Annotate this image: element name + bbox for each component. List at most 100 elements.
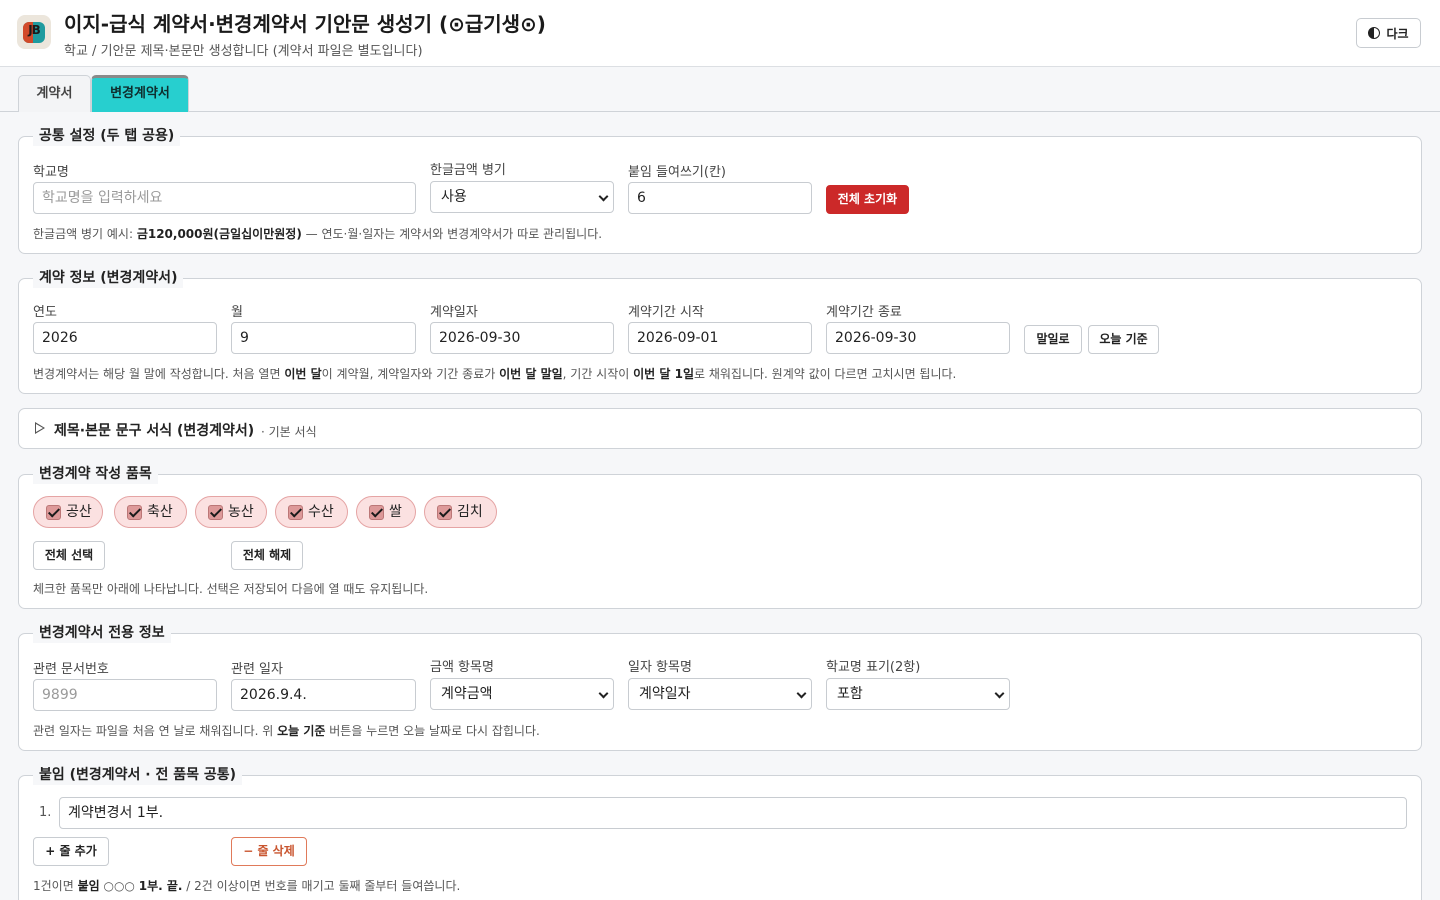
item-chip-susan[interactable]: 수산 bbox=[275, 496, 348, 528]
common-help-example: 금120,000원(금일십이만원정) bbox=[136, 227, 302, 241]
period-end-input[interactable]: 2026-09-30 bbox=[826, 322, 1010, 354]
chevron-down-icon bbox=[598, 191, 609, 202]
school-display-value: 포함 bbox=[837, 686, 863, 702]
attach-legend: 붙임 (변경계약서 · 전 품목 공통) bbox=[33, 765, 243, 785]
chevron-down-icon bbox=[994, 688, 1005, 699]
item-chip-gongsan[interactable]: 공산 bbox=[33, 496, 103, 528]
attach-help-part: ○○○ bbox=[99, 879, 139, 893]
attach-help-part: / 2건 이상이면 번호를 매기고 둘째 줄부터 들여씁니다. bbox=[182, 879, 461, 893]
page-title: 이지-급식 계약서·변경계약서 기안문 생성기 (⊙급기생⊙) bbox=[64, 12, 546, 36]
school-name-input[interactable] bbox=[33, 182, 416, 214]
month-input[interactable]: 9 bbox=[231, 322, 416, 354]
change-info-legend: 변경계약서 전용 정보 bbox=[33, 623, 171, 643]
indent-label: 붙임 들여쓰기(칸) bbox=[628, 165, 726, 180]
doc-number-input[interactable] bbox=[33, 679, 217, 711]
tab-change-contract[interactable]: 변경계약서 bbox=[91, 75, 189, 112]
period-start-input[interactable]: 2026-09-01 bbox=[628, 322, 812, 354]
indent-input[interactable]: 6 bbox=[628, 182, 812, 214]
school-name-label: 학교명 bbox=[33, 165, 69, 180]
related-date-label: 관련 일자 bbox=[231, 662, 283, 677]
item-chip-label: 수산 bbox=[308, 504, 334, 520]
common-settings-legend: 공통 설정 (두 탭 공용) bbox=[33, 126, 181, 146]
checkbox-checked-icon bbox=[288, 505, 303, 520]
tab-bar: 계약서 변경계약서 bbox=[0, 67, 1440, 112]
triangle-right-icon bbox=[35, 422, 45, 434]
related-date-input[interactable]: 2026.9.4. bbox=[231, 679, 416, 711]
common-help-prefix: 한글금액 병기 예시: bbox=[33, 227, 137, 241]
contrast-icon bbox=[1368, 26, 1381, 39]
template-format-sub: · 기본 서식 bbox=[261, 425, 317, 439]
period-end-label: 계약기간 종료 bbox=[826, 305, 902, 320]
logo-mark: JB bbox=[23, 22, 45, 43]
item-chip-label: 김치 bbox=[457, 504, 483, 520]
attach-help-part: 1건이면 bbox=[33, 879, 78, 893]
add-row-button[interactable]: + 줄 추가 bbox=[33, 837, 109, 866]
today-basis-button[interactable]: 오늘 기준 bbox=[1088, 325, 1159, 354]
doc-number-label: 관련 문서번호 bbox=[33, 662, 109, 677]
date-item-value: 계약일자 bbox=[639, 686, 691, 702]
item-chip-kimchi[interactable]: 김치 bbox=[424, 496, 497, 528]
date-item-select[interactable]: 계약일자 bbox=[628, 678, 812, 710]
item-chip-chuksan[interactable]: 축산 bbox=[114, 496, 187, 528]
contract-help-part: , 기간 시작이 bbox=[562, 367, 634, 381]
checkbox-checked-icon bbox=[208, 505, 223, 520]
contract-help-text: 변경계약서는 해당 월 말에 작성합니다. 처음 열면 이번 달이 계약월, 계… bbox=[33, 365, 956, 382]
common-help-text: 한글금액 병기 예시: 금120,000원(금일십이만원정) — 연도·월·일자… bbox=[33, 225, 602, 242]
amount-item-value: 계약금액 bbox=[441, 686, 493, 702]
items-legend: 변경계약 작성 품목 bbox=[33, 464, 158, 484]
month-end-button[interactable]: 말일로 bbox=[1024, 325, 1082, 354]
select-all-button[interactable]: 전체 선택 bbox=[33, 541, 105, 570]
change-info-help-bold: 오늘 기준 bbox=[277, 724, 326, 738]
korean-amount-select[interactable]: 사용 bbox=[430, 181, 614, 213]
school-display-select[interactable]: 포함 bbox=[826, 678, 1010, 710]
remove-row-button[interactable]: − 줄 삭제 bbox=[231, 837, 307, 866]
amount-item-select[interactable]: 계약금액 bbox=[430, 678, 614, 710]
year-input[interactable]: 2026 bbox=[33, 322, 217, 354]
attach-row-input[interactable]: 계약변경서 1부. bbox=[59, 797, 1407, 829]
item-chip-label: 농산 bbox=[228, 504, 254, 520]
attach-help-bold: 1부. 끝. bbox=[138, 879, 183, 893]
checkbox-checked-icon bbox=[46, 505, 61, 520]
tab-contract[interactable]: 계약서 bbox=[18, 75, 91, 112]
common-help-suffix: — 연도·월·일자는 계약서와 변경계약서가 따로 관리됩니다. bbox=[301, 227, 603, 241]
contract-help-part: 이 계약월, 계약일자와 기간 종료가 bbox=[321, 367, 500, 381]
item-chip-nongsan[interactable]: 농산 bbox=[195, 496, 267, 528]
template-format-toggle[interactable]: 제목·본문 문구 서식 (변경계약서) · 기본 서식 bbox=[18, 408, 1422, 449]
amount-item-label: 금액 항목명 bbox=[430, 660, 494, 675]
attach-help-text: 1건이면 붙임 ○○○ 1부. 끝. / 2건 이상이면 번호를 매기고 둘째 … bbox=[33, 877, 460, 894]
attach-row-number: 1. bbox=[39, 805, 52, 820]
chevron-down-icon bbox=[796, 688, 807, 699]
attach-help-bold: 붙임 bbox=[77, 879, 100, 893]
reset-all-button[interactable]: 전체 초기화 bbox=[826, 185, 909, 214]
change-info-help-text: 관련 일자는 파일을 처음 연 날로 채워집니다. 위 오늘 기준 버튼을 누르… bbox=[33, 722, 540, 739]
change-info-help-part: 버튼을 누르면 오늘 날짜로 다시 잡힙니다. bbox=[325, 724, 540, 738]
items-help-text: 체크한 품목만 아래에 나타납니다. 선택은 저장되어 다음에 열 때도 유지됩… bbox=[33, 582, 429, 596]
app-logo: JB bbox=[17, 15, 51, 49]
dark-mode-label: 다크 bbox=[1386, 26, 1409, 41]
contract-help-bold: 이번 달 1일 bbox=[633, 367, 694, 381]
period-start-label: 계약기간 시작 bbox=[628, 305, 704, 320]
change-info-help-part: 관련 일자는 파일을 처음 연 날로 채워집니다. 위 bbox=[33, 724, 278, 738]
contract-help-part: 로 채워집니다. 원계약 값이 다르면 고치시면 됩니다. bbox=[694, 367, 957, 381]
app-header: JB 이지-급식 계약서·변경계약서 기안문 생성기 (⊙급기생⊙) 학교 / … bbox=[0, 0, 1440, 67]
item-chip-rice[interactable]: 쌀 bbox=[356, 496, 416, 528]
contract-date-label: 계약일자 bbox=[430, 305, 478, 320]
page-subtitle: 학교 / 기안문 제목·본문만 생성합니다 (계약서 파일은 별도입니다) bbox=[64, 44, 423, 59]
checkbox-checked-icon bbox=[127, 505, 142, 520]
item-chip-label: 공산 bbox=[66, 504, 92, 520]
month-label: 월 bbox=[231, 305, 243, 320]
contract-info-legend: 계약 정보 (변경계약서) bbox=[33, 268, 184, 288]
school-display-label: 학교명 표기(2항) bbox=[826, 660, 921, 675]
item-chip-label: 쌀 bbox=[389, 504, 402, 520]
dark-mode-button[interactable]: 다크 bbox=[1356, 18, 1421, 48]
template-format-title: 제목·본문 문구 서식 (변경계약서) bbox=[54, 423, 255, 439]
clear-all-button[interactable]: 전체 해제 bbox=[231, 541, 303, 570]
korean-amount-value: 사용 bbox=[441, 189, 467, 205]
contract-help-bold: 이번 달 bbox=[284, 367, 322, 381]
logo-text: JB bbox=[28, 23, 41, 37]
korean-amount-label: 한글금액 병기 bbox=[430, 163, 506, 178]
contract-date-input[interactable]: 2026-09-30 bbox=[430, 322, 614, 354]
checkbox-checked-icon bbox=[369, 505, 384, 520]
contract-help-bold: 이번 달 말일 bbox=[499, 367, 563, 381]
year-label: 연도 bbox=[33, 305, 57, 320]
